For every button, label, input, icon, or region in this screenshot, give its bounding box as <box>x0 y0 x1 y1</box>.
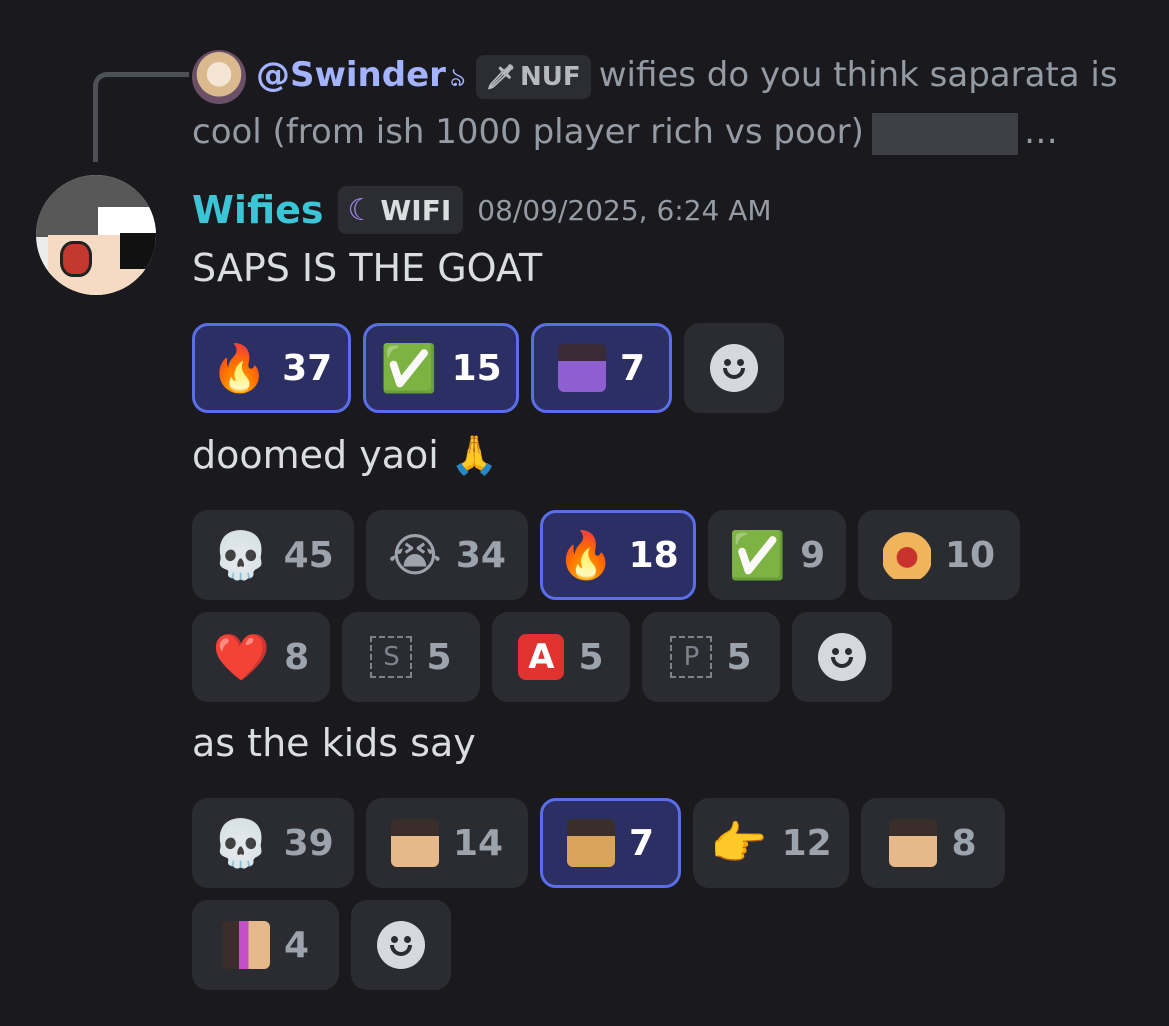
check-mark-icon: ✅ <box>380 341 438 395</box>
smiley-icon <box>710 344 758 392</box>
red-heart-icon: ❤️ <box>212 630 271 684</box>
fire-icon: 🔥 <box>557 528 615 582</box>
reaction-fire[interactable]: 🔥 18 <box>540 510 696 600</box>
reaction-count: 37 <box>282 347 333 389</box>
reaction-count: 10 <box>944 534 996 576</box>
reaction-count: 12 <box>781 822 832 864</box>
sob-icon: 😭 <box>388 528 442 582</box>
message-header: Wifies ☾ WIFI 08/09/2025, 6:24 AM <box>192 180 772 240</box>
reaction-nerd-sticker[interactable]: 14 <box>366 798 528 888</box>
reply-tag-label: NUF <box>520 61 581 92</box>
add-reaction-button[interactable] <box>792 612 892 702</box>
reaction-letter-a[interactable]: A 5 <box>492 612 630 702</box>
message-line: doomed yaoi 🙏 <box>192 433 498 478</box>
heart-tail-icon: ঌ <box>449 63 466 93</box>
avatar-eye <box>60 241 92 277</box>
reaction-count: 8 <box>951 822 977 864</box>
doge-sticker-icon <box>566 819 615 867</box>
reaction-count: 45 <box>283 534 334 576</box>
side-face-sticker-icon <box>221 921 270 969</box>
reaction-side-face-sticker[interactable]: 4 <box>192 900 339 990</box>
reaction-check[interactable]: ✅ 15 <box>363 323 519 413</box>
message-timestamp[interactable]: 08/09/2025, 6:24 AM <box>477 194 771 227</box>
pointing-hand-icon: 👉 <box>710 816 768 870</box>
reaction-count: 5 <box>426 636 452 678</box>
reaction-count: 7 <box>619 347 646 389</box>
reaction-devil-sticker[interactable]: 7 <box>531 323 672 413</box>
reaction-face-sticker[interactable]: 8 <box>861 798 1005 888</box>
author-name[interactable]: Wifies <box>192 188 324 232</box>
letter-a-icon: A <box>518 634 565 680</box>
avatar-eyepatch <box>120 233 156 269</box>
reaction-skull[interactable]: 💀 39 <box>192 798 354 888</box>
sword-icon: 🗡 <box>485 62 517 91</box>
reaction-check[interactable]: ✅ 9 <box>708 510 846 600</box>
reaction-count: 9 <box>800 534 826 576</box>
skull-icon: 💀 <box>212 528 270 582</box>
reaction-sob[interactable]: 😭 34 <box>366 510 528 600</box>
reaction-count: 14 <box>452 822 504 864</box>
reply-ellipsis: … <box>1023 112 1058 152</box>
reaction-count: 5 <box>726 636 752 678</box>
reply-avatar[interactable] <box>192 49 246 104</box>
letter-s-icon: S <box>370 636 413 678</box>
fire-icon: 🔥 <box>210 341 269 395</box>
reaction-screaming-sticker[interactable]: 10 <box>858 510 1020 600</box>
smiley-icon <box>377 921 425 969</box>
reaction-skull[interactable]: 💀 45 <box>192 510 354 600</box>
screaming-sticker-icon <box>882 531 931 579</box>
reply-guild-tag[interactable]: 🗡 NUF <box>475 54 591 99</box>
author-avatar[interactable] <box>36 175 156 295</box>
message-line: SAPS IS THE GOAT <box>192 246 543 290</box>
reply-connector-line <box>93 72 189 162</box>
reaction-doge-sticker[interactable]: 7 <box>540 798 681 888</box>
author-guild-tag[interactable]: ☾ WIFI <box>337 186 464 234</box>
reaction-count: 39 <box>283 822 334 864</box>
praying-hands-icon: 🙏 <box>450 433 499 477</box>
devil-sticker-icon <box>557 344 606 392</box>
face-sticker-icon <box>889 819 938 867</box>
reply-author[interactable]: @Swinder <box>256 55 446 95</box>
reaction-count: 18 <box>628 534 679 576</box>
smiley-icon <box>818 633 866 681</box>
skull-icon: 💀 <box>212 816 270 870</box>
reply-preview[interactable]: @Swinder ঌ 🗡 NUF wifies do you think saparat… <box>192 48 1142 159</box>
reaction-count: 8 <box>284 636 310 678</box>
add-reaction-button[interactable] <box>351 900 451 990</box>
moon-icon: ☾ <box>347 192 375 228</box>
message-line: as the kids say <box>192 721 476 765</box>
reaction-count: 7 <box>628 822 655 864</box>
reaction-fire[interactable]: 🔥 37 <box>192 323 351 413</box>
spoiler-block[interactable] <box>871 112 1018 155</box>
add-reaction-button[interactable] <box>684 323 784 413</box>
reaction-letter-s[interactable]: S 5 <box>342 612 480 702</box>
reaction-count: 15 <box>451 347 502 389</box>
check-mark-icon: ✅ <box>728 528 787 582</box>
letter-p-icon: P <box>670 636 713 678</box>
reaction-count: 4 <box>283 924 310 966</box>
reaction-heart[interactable]: ❤️ 8 <box>192 612 330 702</box>
reaction-count: 5 <box>578 636 604 678</box>
reaction-count: 34 <box>455 534 506 576</box>
reaction-letter-p[interactable]: P 5 <box>642 612 780 702</box>
author-tag-label: WIFI <box>380 193 452 227</box>
nerd-sticker-icon <box>390 819 439 867</box>
reaction-pointing[interactable]: 👉 12 <box>693 798 849 888</box>
message-text: doomed yaoi <box>192 433 439 477</box>
